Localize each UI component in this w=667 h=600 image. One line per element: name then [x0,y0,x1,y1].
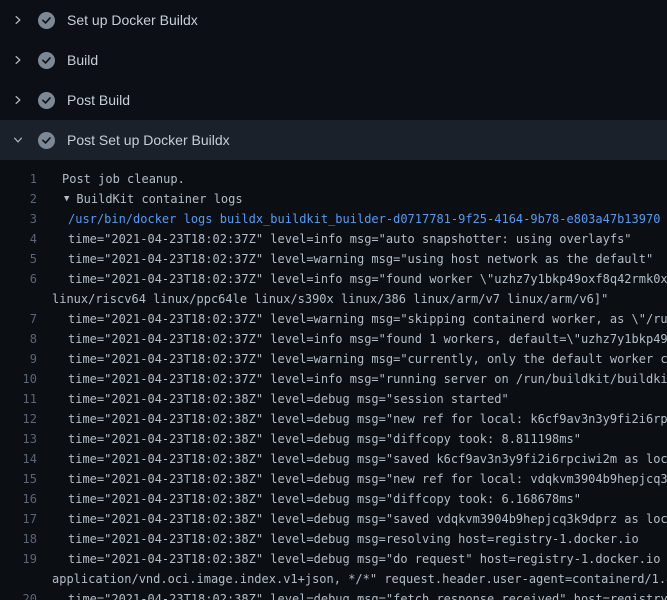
check-circle-icon [38,12,55,29]
log-line-number[interactable]: 20 [0,589,37,600]
log-line: application/vnd.oci.image.index.v1+json,… [0,569,667,589]
step-row-build[interactable]: Build [0,40,667,80]
log-line: 12 time="2021-04-23T18:02:38Z" level=deb… [0,409,667,429]
log-line: 20 time="2021-04-23T18:02:38Z" level=deb… [0,589,667,600]
log-line-number[interactable]: 6 [0,269,37,289]
log-line-number[interactable]: 18 [0,529,37,549]
log-line-text: BuildKit container logs [69,189,242,209]
log-line-number[interactable]: 11 [0,389,37,409]
log-line: 11 time="2021-04-23T18:02:38Z" level=deb… [0,389,667,409]
step-label: Build [67,52,98,68]
log-line: 7 time="2021-04-23T18:02:37Z" level=warn… [0,309,667,329]
log-line-number[interactable]: 8 [0,329,37,349]
log-line: 5 time="2021-04-23T18:02:37Z" level=warn… [0,249,667,269]
log-line: 19 time="2021-04-23T18:02:38Z" level=deb… [0,549,667,569]
log-line: 16 time="2021-04-23T18:02:38Z" level=deb… [0,489,667,509]
log-line-text: time="2021-04-23T18:02:38Z" level=debug … [37,589,667,600]
log-line-text: Post job cleanup. [37,169,185,189]
log-line: 9 time="2021-04-23T18:02:37Z" level=warn… [0,349,667,369]
log-line: 18 time="2021-04-23T18:02:38Z" level=deb… [0,529,667,549]
log-line-number[interactable]: 15 [0,469,37,489]
log-line-text: time="2021-04-23T18:02:38Z" level=debug … [37,429,581,449]
log-line: 8 time="2021-04-23T18:02:37Z" level=info… [0,329,667,349]
log-line: 15 time="2021-04-23T18:02:38Z" level=deb… [0,469,667,489]
log-line-text: time="2021-04-23T18:02:38Z" level=debug … [37,469,667,489]
log-line: 1 Post job cleanup. [0,169,667,189]
log-line-text: linux/riscv64 linux/ppc64le linux/s390x … [37,289,608,309]
triangle-down-icon[interactable]: ▼ [37,189,69,209]
chevron-down-icon[interactable] [12,134,29,146]
log-line-number[interactable]: 19 [0,549,37,569]
step-label: Post Build [67,92,130,108]
log-line-text: time="2021-04-23T18:02:37Z" level=warnin… [37,249,653,269]
actions-log-viewer: Set up Docker Buildx Build Post Build Po… [0,0,667,600]
log-line-text: time="2021-04-23T18:02:37Z" level=info m… [37,329,667,349]
log-line: 6 time="2021-04-23T18:02:37Z" level=info… [0,269,667,289]
step-list: Set up Docker Buildx Build Post Build Po… [0,0,667,160]
chevron-right-icon[interactable] [12,54,29,66]
log-line-text: time="2021-04-23T18:02:37Z" level=warnin… [37,349,667,369]
check-circle-icon [38,92,55,109]
log-line-text: time="2021-04-23T18:02:38Z" level=debug … [37,449,667,469]
step-label: Set up Docker Buildx [67,12,198,28]
step-row-post-build[interactable]: Post Build [0,80,667,120]
log-line-number[interactable]: 10 [0,369,37,389]
step-label: Post Set up Docker Buildx [67,132,230,148]
log-line-text: time="2021-04-23T18:02:38Z" level=debug … [37,389,509,409]
log-line: 3 /usr/bin/docker logs buildx_buildkit_b… [0,209,667,229]
step-row-post-set-up-docker-buildx[interactable]: Post Set up Docker Buildx [0,120,667,160]
log-line: 17 time="2021-04-23T18:02:38Z" level=deb… [0,509,667,529]
log-line-number[interactable]: 5 [0,249,37,269]
chevron-right-icon[interactable] [12,94,29,106]
log-line: 14 time="2021-04-23T18:02:38Z" level=deb… [0,449,667,469]
log-line-number[interactable]: 4 [0,229,37,249]
log-area: 1 Post job cleanup. 2 ▼BuildKit containe… [0,160,667,600]
log-line-text: time="2021-04-23T18:02:38Z" level=debug … [37,489,581,509]
chevron-right-icon[interactable] [12,14,29,26]
step-row-set-up-docker-buildx[interactable]: Set up Docker Buildx [0,0,667,40]
log-line-text: time="2021-04-23T18:02:37Z" level=info m… [37,269,667,289]
log-line-number[interactable]: 1 [0,169,37,189]
log-line-number[interactable]: 13 [0,429,37,449]
log-line-text: time="2021-04-23T18:02:38Z" level=debug … [37,549,667,569]
log-line-number[interactable]: 16 [0,489,37,509]
log-line: 4 time="2021-04-23T18:02:37Z" level=info… [0,229,667,249]
log-line-text: time="2021-04-23T18:02:37Z" level=info m… [37,229,632,249]
log-line-number[interactable]: 17 [0,509,37,529]
log-line-text: /usr/bin/docker logs buildx_buildkit_bui… [37,209,660,229]
log-line-text: time="2021-04-23T18:02:37Z" level=info m… [37,369,667,389]
log-line-number[interactable]: 12 [0,409,37,429]
check-circle-icon [38,132,55,149]
log-line-number[interactable]: 3 [0,209,37,229]
log-line-number[interactable]: 14 [0,449,37,469]
log-line-number[interactable]: 2 [0,189,37,209]
log-line: 2 ▼BuildKit container logs [0,189,667,209]
log-line: 10 time="2021-04-23T18:02:37Z" level=inf… [0,369,667,389]
log-line-number[interactable]: 7 [0,309,37,329]
log-line-text: time="2021-04-23T18:02:37Z" level=warnin… [37,309,667,329]
log-line-text: time="2021-04-23T18:02:38Z" level=debug … [37,509,667,529]
log-line: linux/riscv64 linux/ppc64le linux/s390x … [0,289,667,309]
log-line: 13 time="2021-04-23T18:02:38Z" level=deb… [0,429,667,449]
check-circle-icon [38,52,55,69]
log-line-text: time="2021-04-23T18:02:38Z" level=debug … [37,409,667,429]
log-line-text: time="2021-04-23T18:02:38Z" level=debug … [37,529,639,549]
log-line-text: application/vnd.oci.image.index.v1+json,… [37,569,667,589]
log-line-number[interactable]: 9 [0,349,37,369]
